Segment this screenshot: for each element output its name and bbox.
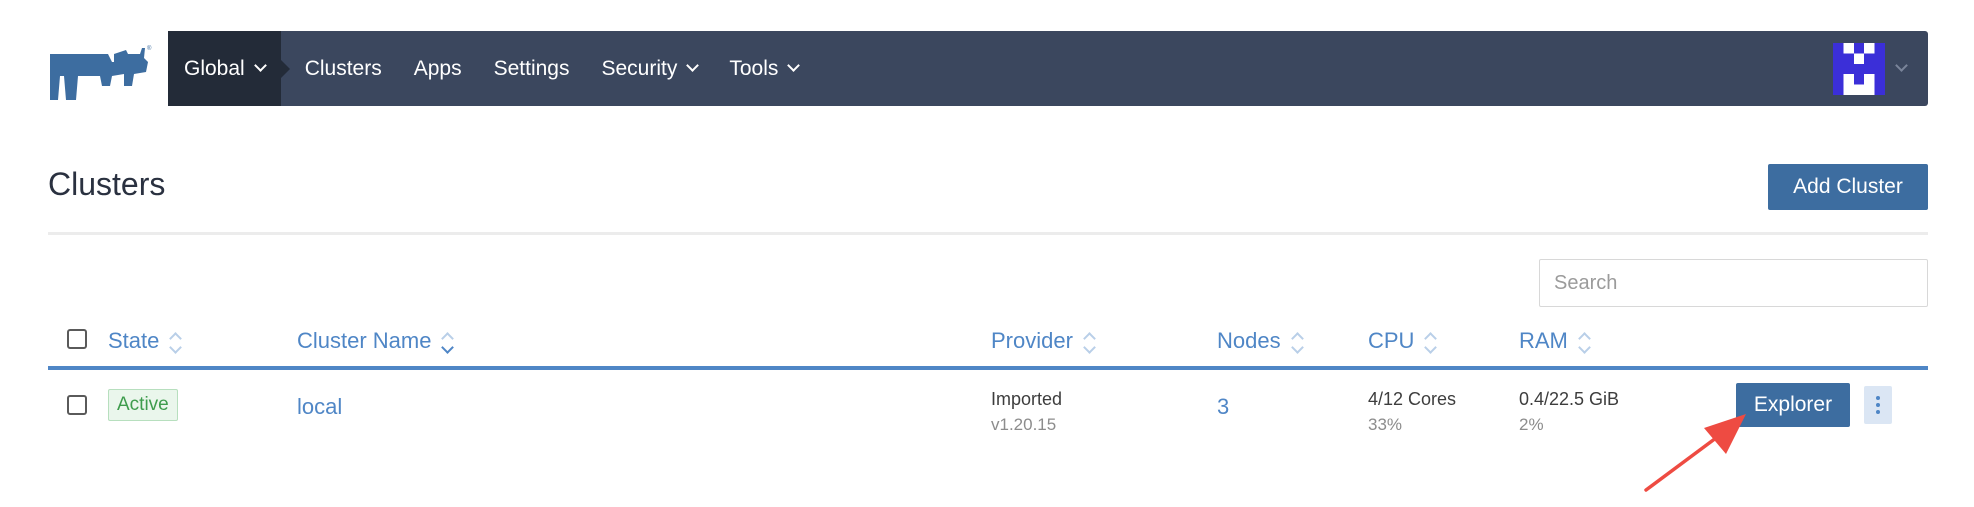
- nav-global-menu[interactable]: Global: [168, 31, 290, 106]
- svg-text:®: ®: [147, 45, 152, 52]
- column-header-nodes[interactable]: Nodes: [1217, 328, 1304, 354]
- add-cluster-button[interactable]: Add Cluster: [1768, 164, 1928, 210]
- nav-settings[interactable]: Settings: [478, 31, 586, 106]
- provider-name: Imported: [991, 389, 1063, 409]
- chevron-down-icon: [1895, 59, 1908, 72]
- column-header-label: Nodes: [1217, 328, 1281, 353]
- nav-clusters-label: Clusters: [304, 56, 382, 80]
- row-actions-kebab-icon[interactable]: [1864, 386, 1892, 424]
- column-header-label: RAM: [1519, 328, 1568, 353]
- top-navbar: Global Clusters Apps Settings Security T…: [168, 31, 1928, 106]
- row-checkbox[interactable]: [67, 395, 87, 415]
- page-title: Clusters: [48, 166, 166, 202]
- nav-security-label: Security: [601, 56, 678, 80]
- nav-apps-label: Apps: [413, 56, 462, 80]
- nav-settings-label: Settings: [493, 56, 570, 80]
- nav-tools-label: Tools: [729, 56, 779, 80]
- chevron-down-icon: [787, 59, 801, 72]
- column-header-label: State: [108, 328, 160, 353]
- nav-global-label: Global: [184, 56, 245, 80]
- column-header-cpu[interactable]: CPU: [1368, 328, 1438, 354]
- cpu-usage: 4/12 Cores: [1368, 389, 1457, 409]
- rancher-logo-icon[interactable]: ®: [48, 44, 152, 100]
- sort-icon: [441, 330, 455, 354]
- column-header-state[interactable]: State: [108, 328, 183, 354]
- sort-icon: [1424, 330, 1438, 354]
- nav-security-menu[interactable]: Security: [586, 31, 714, 106]
- avatar[interactable]: [1833, 42, 1885, 95]
- nav-clusters[interactable]: Clusters: [289, 31, 398, 106]
- column-header-provider[interactable]: Provider: [991, 328, 1096, 354]
- column-header-ram[interactable]: RAM: [1519, 328, 1591, 354]
- sort-icon: [169, 330, 183, 354]
- nav-tools-menu[interactable]: Tools: [713, 31, 814, 106]
- search-input[interactable]: [1539, 259, 1928, 307]
- explorer-button[interactable]: Explorer: [1736, 383, 1850, 427]
- ram-usage: 0.4/22.5 GiB: [1519, 389, 1620, 409]
- sort-icon: [1578, 330, 1591, 354]
- cluster-name-link[interactable]: local: [297, 394, 342, 420]
- table-header-rule: [48, 366, 1928, 370]
- chevron-down-icon: [686, 59, 700, 72]
- red-arrow-icon: [1644, 414, 1746, 492]
- status-badge: Active: [108, 389, 178, 421]
- sort-icon: [1290, 330, 1304, 354]
- column-header-label: Cluster Name: [297, 328, 432, 353]
- nav-apps[interactable]: Apps: [398, 31, 478, 106]
- nodes-count-link[interactable]: 3: [1217, 394, 1229, 420]
- column-header-label: Provider: [991, 328, 1073, 353]
- column-header-label: CPU: [1368, 328, 1415, 353]
- column-header-cluster-name[interactable]: Cluster Name: [297, 328, 455, 354]
- select-all-checkbox[interactable]: [67, 329, 87, 349]
- user-menu[interactable]: [1833, 42, 1928, 95]
- sort-icon: [1083, 330, 1096, 354]
- chevron-down-icon: [253, 59, 267, 72]
- provider-version: v1.20.15: [991, 415, 1057, 434]
- ram-percent: 2%: [1519, 415, 1544, 434]
- cpu-percent: 33%: [1368, 415, 1403, 434]
- divider: [48, 232, 1928, 235]
